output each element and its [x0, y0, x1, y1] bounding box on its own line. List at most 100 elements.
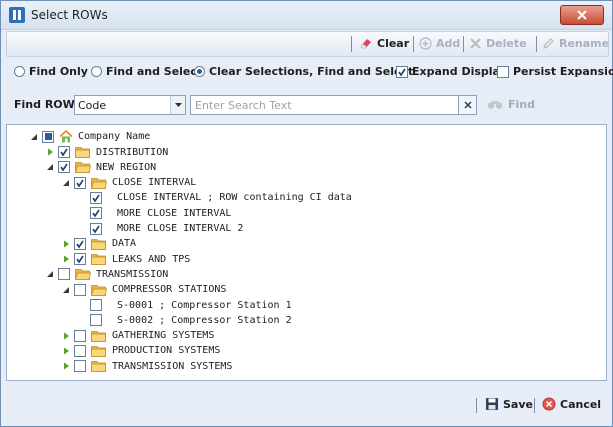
tree-leaf-node[interactable]: S-0001 ; Compressor Station 1	[78, 298, 292, 313]
radio-button[interactable]	[194, 66, 205, 77]
close-icon	[577, 10, 587, 20]
find-button[interactable]: Find	[487, 98, 535, 111]
tree-folder-node[interactable]: GATHERING SYSTEMS	[62, 328, 214, 343]
tree-root[interactable]: Company Name	[30, 129, 150, 144]
app-icon	[9, 7, 25, 23]
tree-leaf-node[interactable]: MORE CLOSE INTERVAL	[78, 206, 231, 221]
radio-clear-find-select[interactable]: Clear Selections, Find and Select	[194, 65, 413, 78]
tree-folder-node[interactable]: PRODUCTION SYSTEMS	[62, 343, 220, 358]
expand-toggle[interactable]	[46, 270, 54, 278]
expand-toggle[interactable]	[62, 179, 70, 187]
search-input-box[interactable]	[190, 95, 459, 115]
expand-toggle	[78, 225, 86, 233]
node-checkbox[interactable]	[74, 329, 86, 342]
node-checkbox[interactable]	[74, 283, 86, 296]
expanded-triangle-icon	[63, 179, 69, 186]
expand-display-checkbox[interactable]: Expand Display	[396, 65, 507, 78]
collapsed-triangle-icon	[64, 255, 69, 263]
expand-toggle[interactable]	[62, 362, 70, 370]
select-rows-dialog: Select ROWs Clear Add Delete Rename Find…	[0, 0, 613, 427]
persist-expansion-label: Persist Expansion	[513, 65, 613, 78]
tree-folder-node[interactable]: TRANSMISSION SYSTEMS	[62, 359, 232, 374]
toolbar-separator	[413, 36, 414, 52]
expand-toggle[interactable]	[62, 347, 70, 355]
checkbox[interactable]	[396, 65, 408, 78]
radio-label: Find and Select	[106, 65, 203, 78]
clear-button[interactable]: Clear	[359, 37, 409, 50]
folder-icon	[91, 330, 106, 342]
node-checkbox[interactable]	[90, 222, 102, 235]
search-input[interactable]	[195, 97, 435, 113]
root-checkbox[interactable]	[42, 130, 54, 143]
pencil-icon	[543, 38, 554, 49]
folder-icon	[91, 345, 106, 357]
toolbar-separator	[351, 36, 352, 52]
node-checkbox[interactable]	[58, 146, 70, 158]
clear-search-button[interactable]	[459, 95, 477, 115]
toolbar-separator	[536, 36, 537, 52]
expanded-triangle-icon	[47, 271, 53, 278]
find-field-value: Code	[78, 99, 107, 112]
node-checkbox[interactable]	[58, 268, 70, 281]
radio-find-and-select[interactable]: Find and Select	[91, 65, 202, 78]
radio-button[interactable]	[91, 66, 102, 77]
row-tree[interactable]: Company Name DISTRIBUTION NEW REGION CLOSE…	[6, 124, 607, 381]
expand-toggle[interactable]	[62, 240, 70, 248]
expand-toggle[interactable]	[62, 286, 70, 294]
node-checkbox[interactable]	[74, 253, 86, 266]
delete-x-icon	[470, 38, 481, 49]
tree-folder-node[interactable]: TRANSMISSION	[46, 267, 168, 282]
radio-button[interactable]	[14, 66, 25, 77]
expand-toggle[interactable]	[30, 133, 38, 141]
tree-folder-node[interactable]: NEW REGION	[46, 160, 156, 175]
cancel-button[interactable]: Cancel	[542, 397, 601, 411]
add-button[interactable]: Add	[419, 37, 460, 50]
node-checkbox[interactable]	[74, 176, 86, 189]
tree-folder-node[interactable]: CLOSE INTERVAL	[62, 175, 196, 190]
node-checkbox[interactable]	[90, 191, 102, 204]
expand-toggle[interactable]	[46, 163, 54, 171]
node-checkbox[interactable]	[90, 299, 102, 311]
tree-folder-node[interactable]: DATA	[62, 236, 136, 251]
expand-toggle	[78, 301, 86, 309]
node-checkbox[interactable]	[74, 237, 86, 250]
find-field-dropdown[interactable]: Code	[74, 95, 186, 115]
delete-button[interactable]: Delete	[469, 37, 527, 50]
tree-folder-node[interactable]: DISTRIBUTION	[46, 145, 168, 160]
expand-toggle[interactable]	[62, 255, 70, 263]
save-icon	[486, 398, 498, 410]
folder-open-icon	[75, 162, 91, 174]
node-checkbox[interactable]	[74, 360, 86, 373]
radio-find-only[interactable]: Find Only	[14, 65, 88, 78]
tree-folder-node[interactable]: LEAKS AND TPS	[62, 252, 190, 267]
tree-leaf-node[interactable]: MORE CLOSE INTERVAL 2	[78, 221, 243, 236]
checkbox[interactable]	[497, 65, 509, 78]
tree-node-label: CLOSE INTERVAL ; ROW containing CI data	[117, 192, 352, 204]
expand-toggle[interactable]	[46, 148, 54, 156]
tree-leaf-node[interactable]: CLOSE INTERVAL ; ROW containing CI data	[78, 190, 352, 205]
window-title: Select ROWs	[31, 8, 108, 22]
rename-button[interactable]: Rename	[542, 37, 609, 50]
persist-expansion-checkbox[interactable]: Persist Expansion	[497, 65, 613, 78]
collapsed-triangle-icon	[64, 332, 69, 340]
collapsed-triangle-icon	[64, 362, 69, 370]
title-bar[interactable]: Select ROWs	[1, 1, 612, 30]
node-checkbox[interactable]	[90, 207, 102, 220]
node-checkbox[interactable]	[58, 161, 70, 174]
tree-leaf-node[interactable]: S-0002 ; Compressor Station 2	[78, 313, 292, 328]
expand-toggle[interactable]	[62, 332, 70, 340]
checkmark-icon	[92, 209, 100, 218]
tree-node-label: TRANSMISSION SYSTEMS	[112, 360, 233, 372]
tree-node-label: MORE CLOSE INTERVAL	[117, 207, 232, 219]
save-button[interactable]: Save	[485, 397, 533, 411]
node-checkbox[interactable]	[90, 314, 102, 327]
find-label: Find	[508, 98, 535, 111]
tree-node-label: S-0001 ; Compressor Station 1	[117, 299, 292, 311]
tree-folder-node[interactable]: COMPRESSOR STATIONS	[62, 282, 226, 297]
node-checkbox[interactable]	[74, 344, 86, 357]
dropdown-arrow[interactable]	[170, 96, 185, 114]
close-button[interactable]	[560, 5, 604, 25]
cancel-label: Cancel	[560, 397, 602, 411]
checkmark-icon	[76, 179, 84, 188]
delete-label: Delete	[486, 37, 527, 50]
